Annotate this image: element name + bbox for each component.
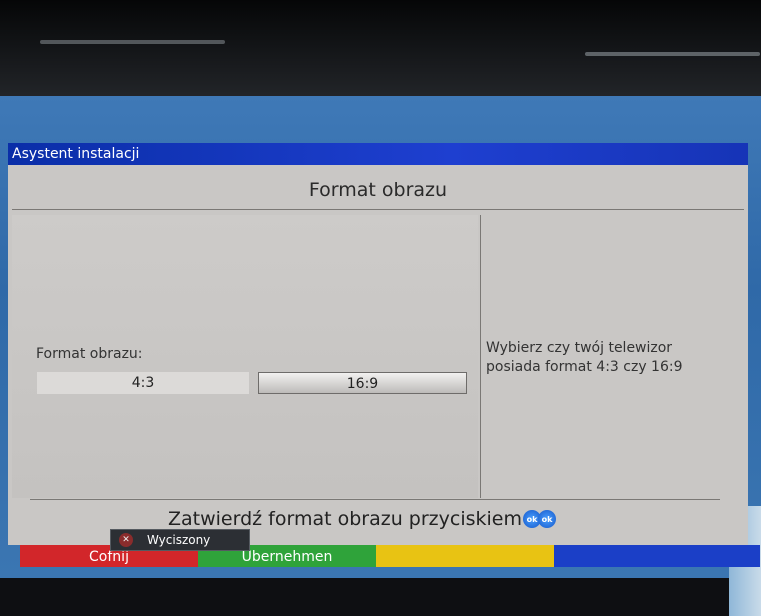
option-4-3[interactable]: 4:3 <box>37 372 249 394</box>
mute-popup: ✕ Wyciszony <box>110 529 250 551</box>
vertical-divider <box>480 215 481 498</box>
divider <box>30 499 720 500</box>
mute-icon: ✕ <box>119 533 133 547</box>
reflection-streak <box>40 40 225 44</box>
dialog-title: Asystent instalacji <box>8 143 748 165</box>
ok-button-icon: ok ok <box>523 510 556 528</box>
option-16-9-selected[interactable]: 16:9 <box>258 372 467 394</box>
help-text: Wybierz czy twój telewizor posiada forma… <box>486 340 683 375</box>
tv-bezel <box>0 0 761 100</box>
yellow-key-button[interactable] <box>376 545 554 567</box>
confirm-hint: Zatwierdź format obrazu przyciskiem ok ok <box>168 508 556 530</box>
divider <box>12 209 744 210</box>
blue-key-button[interactable] <box>554 545 760 567</box>
confirm-text: Zatwierdź format obrazu przyciskiem <box>168 508 522 530</box>
mute-label: Wyciszony <box>147 533 211 547</box>
installation-assistant-dialog: Asystent instalacji Format obrazu Format… <box>8 143 748 545</box>
format-label: Format obrazu: <box>36 346 143 362</box>
page-title: Format obrazu <box>308 179 448 201</box>
reflection-streak <box>585 52 760 56</box>
